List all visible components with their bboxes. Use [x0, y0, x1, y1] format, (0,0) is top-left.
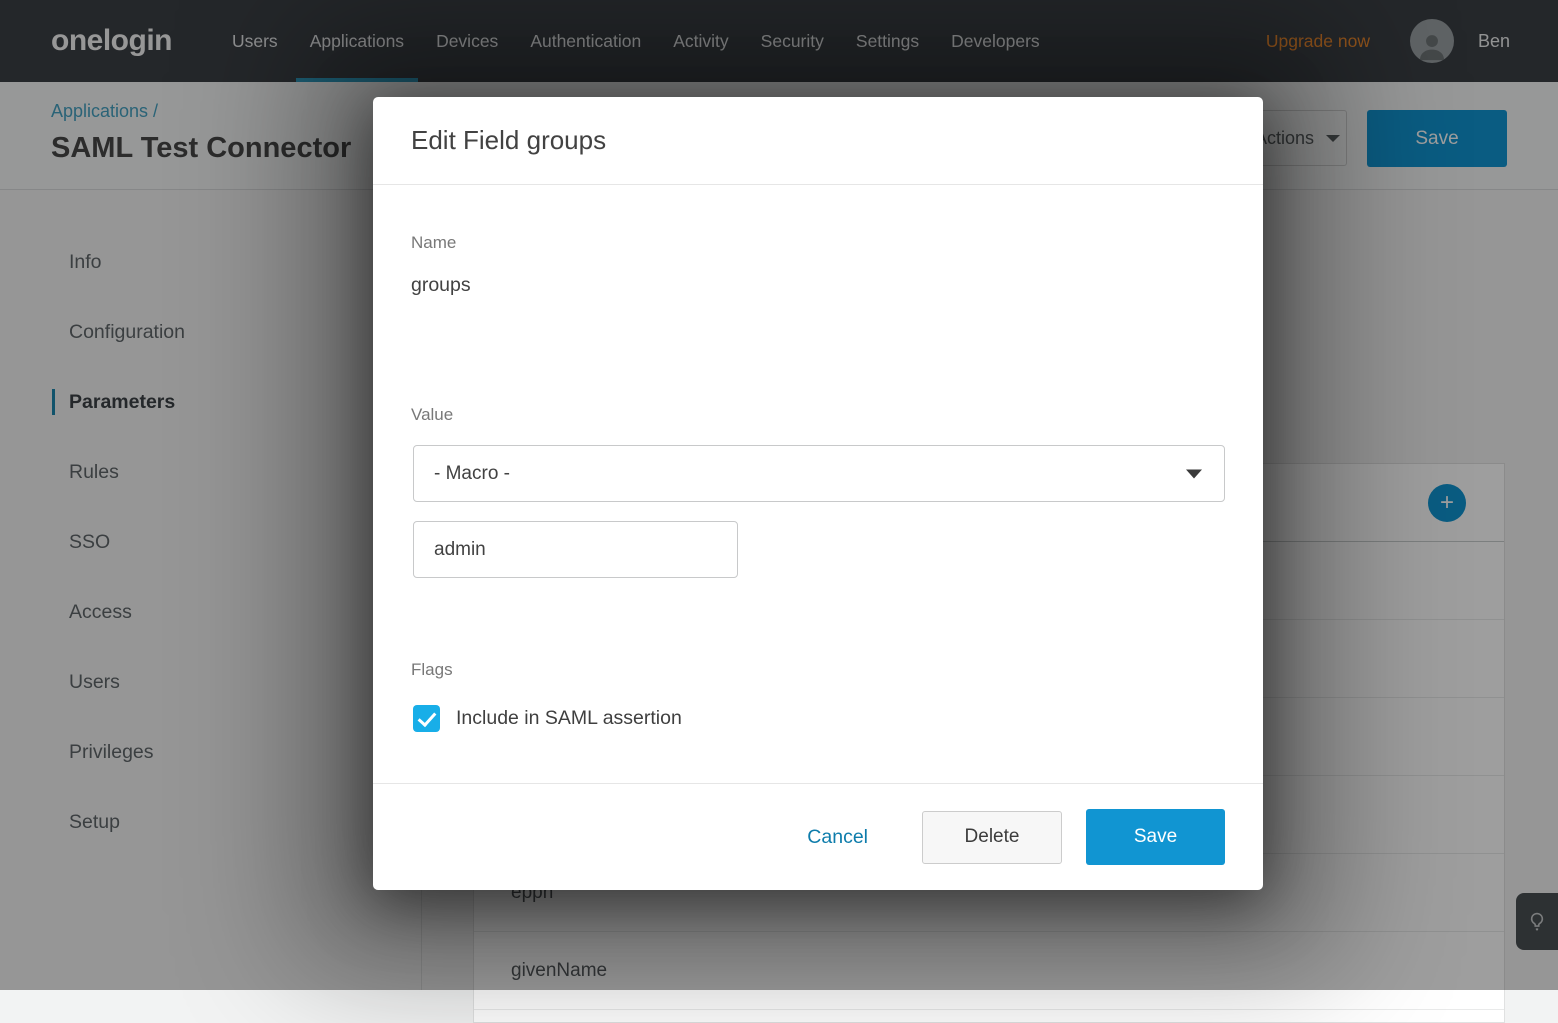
delete-button[interactable]: Delete	[922, 810, 1062, 864]
dialog-title: Edit Field groups	[411, 125, 607, 155]
include-saml-label: Include in SAML assertion	[456, 707, 682, 729]
dialog-header: Edit Field groups	[373, 97, 1263, 185]
cancel-button[interactable]: Cancel	[807, 826, 868, 849]
dialog-footer: Cancel Delete Save	[373, 783, 1263, 890]
flags-label: Flags	[411, 660, 453, 679]
include-saml-checkbox[interactable]	[413, 705, 440, 732]
chevron-down-icon	[1186, 469, 1202, 478]
name-label: Name	[411, 233, 457, 252]
value-label: Value	[411, 405, 454, 424]
value-input[interactable]	[413, 521, 738, 578]
name-value: groups	[411, 274, 471, 296]
flag-row: Include in SAML assertion	[413, 705, 682, 732]
macro-select[interactable]: - Macro -	[413, 445, 1225, 502]
macro-select-value: - Macro -	[434, 462, 510, 484]
edit-field-dialog: Edit Field groups Name groups Value - Ma…	[373, 97, 1263, 890]
save-button[interactable]: Save	[1086, 809, 1225, 865]
